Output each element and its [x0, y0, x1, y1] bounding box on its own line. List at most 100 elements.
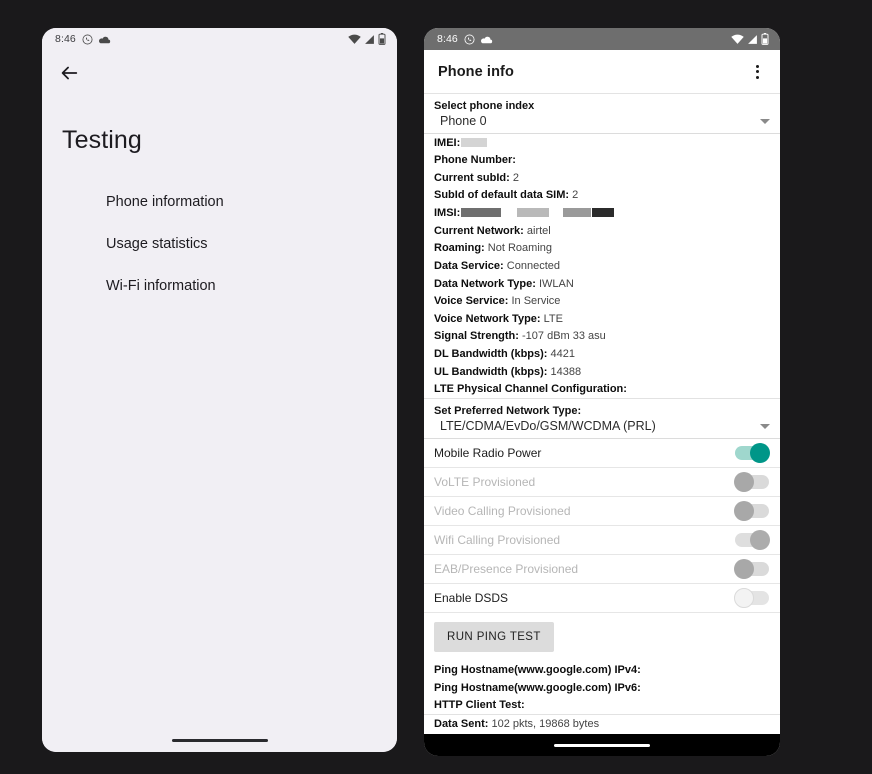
toggle-row-enable-dsds[interactable]: Enable DSDS	[424, 584, 780, 614]
toggle-label: EAB/Presence Provisioned	[434, 562, 579, 577]
whatsapp-icon	[464, 34, 475, 44]
info-value: 4421	[550, 348, 576, 360]
info-label: SubId of default data SIM:	[434, 189, 570, 202]
left-navigation-bar	[42, 728, 397, 752]
right-status-system-icons	[731, 33, 769, 45]
info-value: 2	[572, 189, 579, 202]
info-row-http-client-test: HTTP Client Test:	[424, 697, 780, 716]
info-value: 2	[512, 171, 519, 184]
kebab-menu-icon[interactable]	[746, 61, 768, 83]
info-row-roaming: Roaming: Not Roaming	[424, 240, 780, 258]
home-indicator[interactable]	[171, 738, 268, 742]
wifi-icon	[348, 34, 361, 44]
info-row-imei: IMEI:	[424, 134, 780, 152]
enable-dsds-switch[interactable]	[734, 588, 769, 609]
ping-test-button-row: RUN PING TEST	[424, 613, 780, 661]
info-label: Current Network:	[434, 224, 524, 237]
info-row-lte-physical-channel-config: LTE Physical Channel Configuration:	[424, 381, 780, 400]
video-calling-provisioned-switch	[734, 501, 769, 522]
left-status-system-icons	[348, 33, 386, 45]
eab-presence-provisioned-switch	[734, 559, 769, 580]
right-navigation-bar	[424, 734, 780, 756]
left-status-notification-icons	[82, 34, 111, 45]
toggle-row-eab-presence-provisioned: EAB/Presence Provisioned	[424, 555, 780, 585]
info-label: Ping Hostname(www.google.com) IPv6:	[434, 681, 641, 694]
menu-item-phone-information[interactable]: Phone information	[42, 181, 397, 223]
info-value: In Service	[511, 295, 561, 308]
info-row-dl-bandwidth: DL Bandwidth (kbps): 4421	[424, 346, 780, 364]
toggle-label: Video Calling Provisioned	[434, 504, 571, 519]
toggle-row-video-calling-provisioned: Video Calling Provisioned	[424, 497, 780, 527]
app-bar-title: Phone info	[438, 63, 514, 80]
wifi-calling-provisioned-switch	[735, 530, 770, 551]
toggle-row-wifi-calling-provisioned: Wifi Calling Provisioned	[424, 526, 780, 556]
home-indicator[interactable]	[554, 743, 650, 747]
app-bar: Phone info	[424, 50, 780, 94]
menu-item-wifi-information[interactable]: Wi-Fi information	[42, 265, 397, 307]
info-row-current-subid: Current subId: 2	[424, 169, 780, 187]
left-screen-body: Testing Phone information Usage statisti…	[42, 50, 397, 728]
back-arrow-icon[interactable]	[58, 62, 80, 84]
screenshot-stage: 8:46 Testing Phone information Usage sta…	[0, 0, 872, 774]
chevron-down-icon	[760, 118, 770, 124]
redacted-imsi-block-3	[563, 208, 592, 217]
phone-info-scroll-area[interactable]: Select phone index Phone 0 IMEI: Phone N…	[424, 94, 780, 734]
phone-left-testing-screen: 8:46 Testing Phone information Usage sta…	[42, 28, 397, 752]
info-value: -107 dBm 33 asu	[522, 330, 606, 343]
toggle-label: Enable DSDS	[434, 591, 509, 606]
preferred-network-type-label: Set Preferred Network Type:	[434, 405, 582, 418]
signal-icon	[365, 34, 374, 44]
info-value: Not Roaming	[487, 242, 552, 255]
info-row-subid-default-data-sim: SubId of default data SIM: 2	[424, 187, 780, 205]
info-label: HTTP Client Test:	[434, 699, 525, 712]
battery-icon	[761, 33, 769, 45]
toggle-row-mobile-radio-power[interactable]: Mobile Radio Power	[424, 439, 780, 469]
chevron-down-icon	[760, 423, 770, 429]
back-button-row	[42, 50, 397, 96]
info-value: 102 pkts, 19868 bytes	[491, 717, 600, 730]
info-label: Voice Network Type:	[434, 312, 541, 325]
phone-index-dropdown[interactable]: Phone 0	[424, 113, 780, 134]
mobile-radio-power-switch[interactable]	[735, 443, 770, 464]
info-label: IMEI:	[434, 136, 461, 149]
info-label: Data Service:	[434, 259, 504, 272]
info-row-ping-hostname-ipv6: Ping Hostname(www.google.com) IPv6:	[424, 679, 780, 697]
info-row-ul-bandwidth: UL Bandwidth (kbps): 14388	[424, 363, 780, 381]
info-label: UL Bandwidth (kbps):	[434, 365, 548, 378]
info-row-imsi: IMSI:	[424, 205, 780, 223]
redacted-imsi-block-2	[517, 208, 550, 217]
right-status-bar: 8:46	[424, 28, 780, 50]
phone-index-value: Phone 0	[440, 114, 487, 128]
redacted-imsi-block-1	[461, 208, 502, 217]
info-label: IMSI:	[434, 207, 461, 219]
toggle-row-volte-provisioned: VoLTE Provisioned	[424, 468, 780, 498]
cloud-icon	[98, 36, 111, 43]
wifi-icon	[731, 34, 744, 44]
info-row-current-network: Current Network: airtel	[424, 222, 780, 240]
info-row-voice-service: Voice Service: In Service	[424, 293, 780, 311]
left-status-time: 8:46	[55, 33, 76, 45]
info-row-ping-hostname-ipv4: Ping Hostname(www.google.com) IPv4:	[424, 661, 780, 679]
preferred-network-type-dropdown[interactable]: LTE/CDMA/EvDo/GSM/WCDMA (PRL)	[424, 418, 780, 440]
toggle-label: Wifi Calling Provisioned	[434, 533, 561, 548]
info-value: Connected	[506, 259, 560, 272]
info-value: 14388	[550, 365, 582, 378]
info-row-data-received: Data Received: 114 pkts, 33294 bytes	[424, 733, 780, 734]
info-label: DL Bandwidth (kbps):	[434, 348, 548, 360]
right-status-notification-icons	[464, 34, 493, 45]
info-row-data-sent: Data Sent: 102 pkts, 19868 bytes	[424, 715, 780, 733]
info-label: Signal Strength:	[434, 330, 519, 343]
info-label: Data Sent:	[434, 717, 489, 730]
info-label: Ping Hostname(www.google.com) IPv4:	[434, 663, 641, 676]
right-screen-body: Phone info Select phone index Phone 0 IM…	[424, 50, 780, 734]
info-label: Roaming:	[434, 242, 485, 255]
info-value: LTE	[543, 312, 563, 325]
toggle-label: VoLTE Provisioned	[434, 475, 536, 490]
info-row-data-network-type: Data Network Type: IWLAN	[424, 275, 780, 293]
info-row-phone-number: Phone Number:	[424, 152, 780, 170]
run-ping-test-button[interactable]: RUN PING TEST	[434, 622, 554, 653]
whatsapp-icon	[82, 34, 93, 44]
menu-item-usage-statistics[interactable]: Usage statistics	[42, 223, 397, 265]
phone-right-phone-info-screen: 8:46 Phone info Select phone index Phone…	[424, 28, 780, 756]
select-phone-index-label: Select phone index	[434, 100, 535, 112]
